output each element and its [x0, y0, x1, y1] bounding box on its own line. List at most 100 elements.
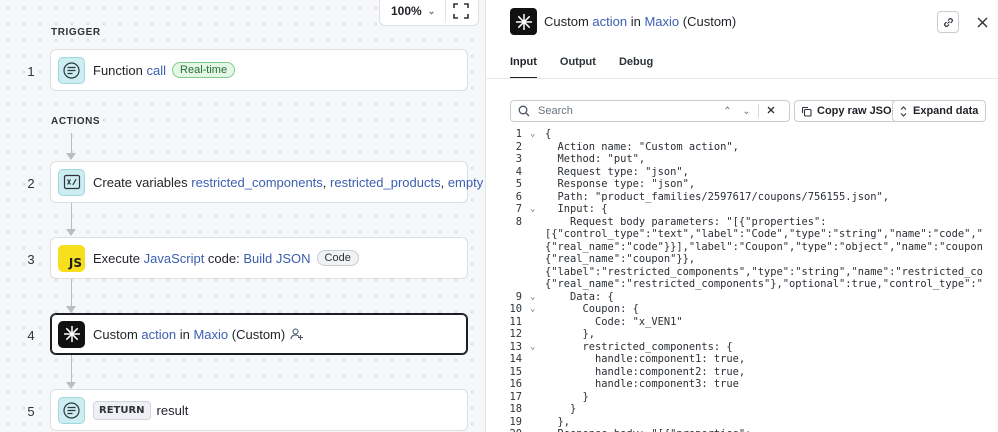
- code-text: },: [545, 415, 571, 428]
- line-number: 2: [515, 140, 522, 153]
- fold-toggle-icon[interactable]: ⌄: [530, 341, 535, 354]
- code-badge: Code: [316, 250, 359, 266]
- code-line: 2 Action name: "Custom action",: [486, 141, 998, 154]
- divider: [758, 104, 759, 118]
- code-line: 3 Method: "put",: [486, 153, 998, 166]
- line-number: 18: [509, 403, 522, 415]
- step-link[interactable]: empty: [448, 175, 483, 190]
- code-line: 15 handle:component2: true,: [486, 366, 998, 379]
- tab-output[interactable]: Output: [560, 56, 596, 79]
- code-text: Input: {: [545, 203, 608, 215]
- workflow-canvas: 100% ⌄ TRIGGER ACTIONS 1 Function call Re…: [0, 0, 485, 432]
- step-number: 4: [27, 328, 35, 343]
- button-label: Copy raw JSON: [817, 105, 900, 117]
- code-text: {"label":"restricted_components","type":…: [545, 265, 983, 278]
- tab-debug[interactable]: Debug: [619, 56, 653, 79]
- panel-tabs: Input Output Debug: [510, 56, 676, 79]
- search-next-button[interactable]: ⌄: [737, 106, 756, 117]
- code-text: {"real_name":"coupon"}},: [545, 253, 696, 265]
- code-text: restricted_components: {: [545, 340, 733, 353]
- expand-data-button[interactable]: Expand data: [892, 100, 987, 122]
- code-text: }: [545, 403, 577, 415]
- step-card-trigger[interactable]: Function call Real-time: [50, 49, 468, 91]
- step-text: ,: [440, 174, 448, 190]
- copy-link-button[interactable]: [937, 11, 959, 33]
- fit-to-screen-icon[interactable]: [452, 2, 470, 20]
- line-number: 17: [509, 390, 522, 403]
- actions-section-label: ACTIONS: [51, 116, 101, 127]
- close-icon: [767, 106, 774, 113]
- tab-input[interactable]: Input: [510, 56, 537, 79]
- step-link[interactable]: restricted_products: [330, 175, 441, 190]
- code-line: {"label":"restricted_components","type":…: [486, 266, 998, 279]
- fold-toggle-icon[interactable]: ⌄: [530, 128, 535, 141]
- step-text: in: [176, 326, 194, 342]
- button-label: Expand data: [913, 105, 979, 117]
- copy-icon: [801, 106, 812, 117]
- code-text: Data: {: [545, 290, 614, 303]
- code-text: {"real_name":"restricted_components"},"o…: [545, 278, 983, 290]
- expand-icon: [900, 105, 907, 117]
- connector-line: [71, 201, 72, 229]
- title-link[interactable]: action: [592, 14, 627, 29]
- clear-search-button[interactable]: [761, 106, 780, 117]
- realtime-badge: Real-time: [172, 62, 236, 78]
- step-card-return[interactable]: RETURN result: [50, 389, 468, 431]
- fold-toggle-icon[interactable]: ⌄: [530, 291, 535, 304]
- line-number: 3: [515, 153, 522, 165]
- step-number: 2: [27, 176, 35, 191]
- line-number: 16: [509, 378, 522, 390]
- chevron-down-icon: ⌄: [427, 5, 436, 16]
- code-text: Code: "x_VEN1": [545, 315, 683, 328]
- code-text: {"real_name":"code"}}],"label":"Coupon",…: [545, 240, 983, 253]
- connector-line: [71, 278, 72, 306]
- step-title: Create variables restricted_components, …: [93, 175, 483, 190]
- code-line: 16 handle:component3: true: [486, 378, 998, 391]
- zoom-level-value: 100%: [391, 4, 422, 18]
- step-card-custom-action[interactable]: Custom action in Maxio (Custom): [50, 313, 468, 355]
- return-tag: RETURN: [93, 400, 151, 420]
- step-link[interactable]: Maxio: [193, 327, 228, 342]
- step-link[interactable]: action: [141, 327, 176, 342]
- code-line: 19 },: [486, 416, 998, 429]
- search-prev-button[interactable]: ⌃: [718, 106, 737, 117]
- code-line: 9 ⌄ Data: {: [486, 291, 998, 304]
- search-icon: [518, 105, 530, 117]
- step-link[interactable]: restricted_components: [191, 175, 323, 190]
- step-link[interactable]: call: [147, 63, 167, 78]
- code-line: 10 ⌄ Coupon: {: [486, 303, 998, 316]
- step-link[interactable]: JavaScript: [144, 251, 205, 266]
- code-line: 20 Response body: "[{"properties":: [486, 428, 998, 432]
- zoom-dropdown[interactable]: 100% ⌄: [391, 4, 437, 18]
- code-text: Method: "put",: [545, 153, 646, 165]
- code-line: [{"control_type":"text","label":"Code","…: [486, 228, 998, 241]
- step-card-execute-js[interactable]: JS Execute JavaScript code: Build JSON C…: [50, 237, 468, 279]
- copy-raw-json-button[interactable]: Copy raw JSON: [794, 100, 908, 122]
- search-input[interactable]: [538, 105, 718, 117]
- line-number: 7: [515, 203, 522, 215]
- variables-icon: [58, 168, 85, 196]
- title-text: (Custom): [679, 14, 737, 29]
- code-text: Request body parameters: "[{"properties"…: [545, 215, 827, 228]
- code-line: {"real_name":"code"}}],"label":"Coupon",…: [486, 241, 998, 254]
- code-line: 13 ⌄ restricted_components: {: [486, 341, 998, 354]
- code-text: Path: "product_families/2597617/coupons/…: [545, 190, 890, 203]
- title-text: in: [627, 14, 645, 29]
- title-link[interactable]: Maxio: [644, 14, 679, 29]
- close-button[interactable]: [972, 12, 992, 32]
- step-link[interactable]: Build JSON: [243, 251, 310, 266]
- code-line: 11 Code: "x_VEN1": [486, 316, 998, 329]
- step-text: (Custom): [228, 326, 286, 342]
- fold-toggle-icon[interactable]: ⌄: [530, 303, 535, 316]
- line-number: 14: [509, 353, 522, 365]
- divider: [486, 78, 998, 79]
- step-number: 5: [27, 404, 35, 419]
- step-card-create-variables[interactable]: Create variables restricted_components, …: [50, 161, 483, 203]
- code-line: 14 handle:component1: true,: [486, 353, 998, 366]
- code-line: 18 }: [486, 403, 998, 416]
- fold-toggle-icon[interactable]: ⌄: [530, 203, 535, 216]
- step-number: 1: [27, 64, 35, 79]
- step-text: Custom: [93, 326, 138, 342]
- line-number: 6: [515, 190, 522, 203]
- connector-arrow-icon: [66, 306, 76, 313]
